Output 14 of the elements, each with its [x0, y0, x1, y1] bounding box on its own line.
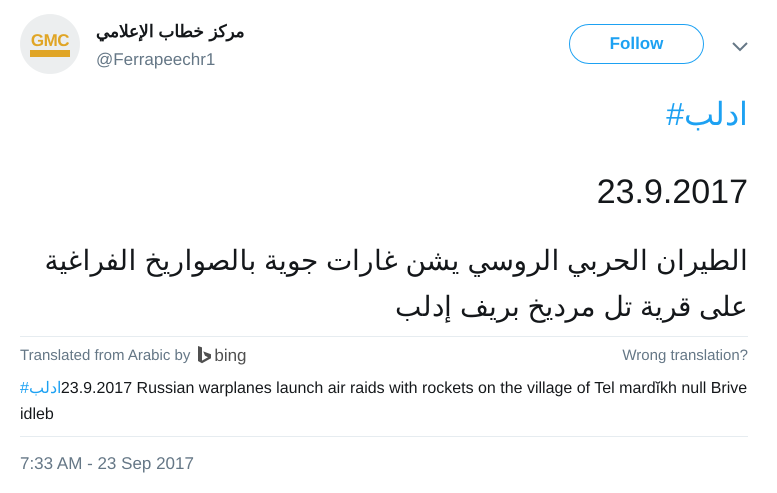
wrong-translation-link[interactable]: Wrong translation?	[622, 345, 748, 367]
follow-button[interactable]: Follow	[569, 24, 704, 64]
tweet-timestamp[interactable]: 7:33 AM - 23 Sep 2017	[20, 454, 194, 473]
logo-band	[30, 50, 70, 56]
account-name[interactable]: مركز خطاب الإعلامي	[96, 21, 244, 43]
hashtag-link[interactable]: #ادلب	[666, 96, 748, 132]
tweet-date: 23.9.2017	[596, 173, 748, 211]
account-handle[interactable]: @Ferrapeechr1	[96, 49, 244, 71]
translation-source: Translated from Arabic by	[20, 346, 190, 366]
logo-text: GMC	[30, 32, 70, 48]
bing-logo-icon	[198, 346, 212, 366]
bing-logo-text: bing	[214, 345, 246, 367]
chevron-down-icon[interactable]	[732, 42, 748, 52]
tweet-text: الطيران الحربي الروسي يشن غارات جوية بالصواريخ الفراغية على قرية تل مرديخ بريف إدلب	[44, 244, 748, 325]
